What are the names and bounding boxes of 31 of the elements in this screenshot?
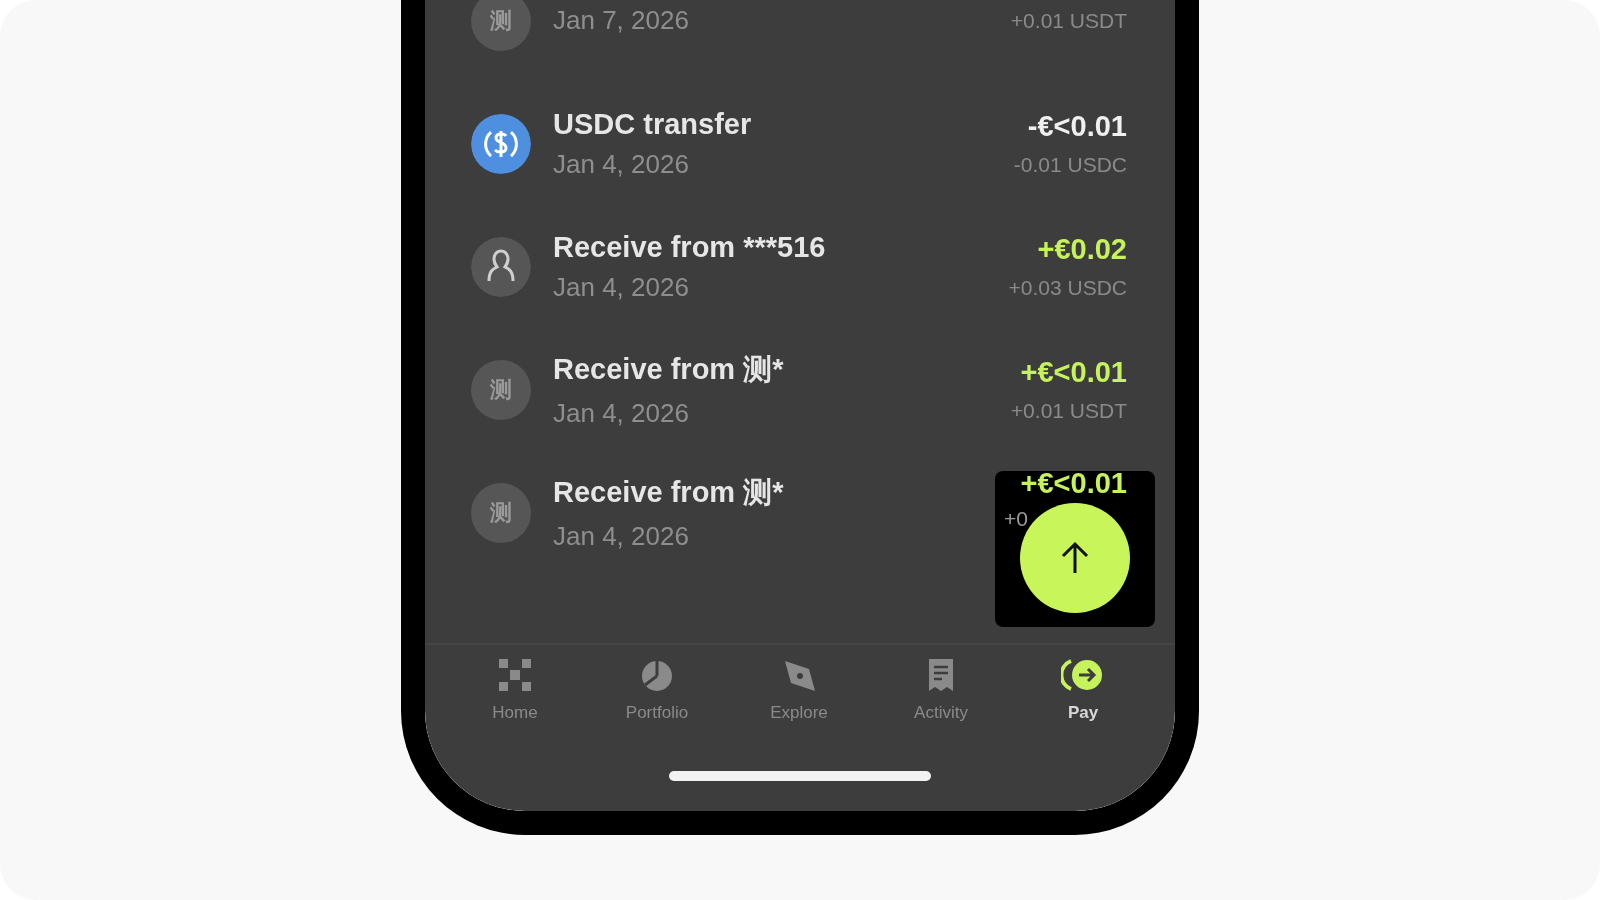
transaction-title: USDC transfer — [553, 107, 752, 141]
avatar-icon: 测 — [471, 0, 531, 51]
transaction-amount: +€<0.01 — [1020, 467, 1127, 500]
arrow-up-icon — [1060, 541, 1090, 575]
tab-item[interactable]: Pay — [1033, 657, 1133, 771]
pay-icon — [1061, 657, 1105, 693]
token-amount: +0.01 USDT — [1010, 399, 1127, 423]
tab-item[interactable]: Home — [465, 657, 565, 771]
transaction-date: Jan 7, 2026 — [553, 5, 689, 36]
avatar-icon: 测 — [471, 359, 531, 420]
grid-icon — [497, 657, 533, 693]
transaction-amount: +€<0.01 — [1020, 356, 1127, 389]
token-amount: +0.01 USDT — [1010, 8, 1127, 33]
transaction-title: Receive from ***516 — [553, 230, 826, 264]
dollar-coin-icon — [471, 113, 531, 174]
token-amount: +0.03 USDC — [1008, 276, 1127, 300]
tab-item[interactable]: Portfolio — [607, 657, 707, 771]
transaction-amount: +€0.02 — [1037, 233, 1127, 266]
transaction-date: Jan 4, 2026 — [553, 521, 689, 552]
transaction-title: Receive from 测* — [553, 352, 784, 387]
person-icon — [471, 236, 531, 297]
token-amount: -0.01 USDC — [1013, 153, 1127, 177]
transaction-date: Jan 4, 2026 — [553, 271, 689, 303]
transaction-date: Jan 4, 2026 — [553, 148, 689, 180]
tab-item[interactable]: Explore — [749, 657, 849, 771]
avatar-icon: 测 — [471, 482, 531, 543]
tab-item[interactable]: Activity — [891, 657, 991, 771]
transaction-date: Jan 4, 2026 — [553, 398, 689, 429]
transaction-amount: -€<0.01 — [1027, 110, 1127, 143]
transaction-title: Receive from 测* — [553, 475, 784, 510]
token-amount: +0 — [1004, 507, 1028, 531]
